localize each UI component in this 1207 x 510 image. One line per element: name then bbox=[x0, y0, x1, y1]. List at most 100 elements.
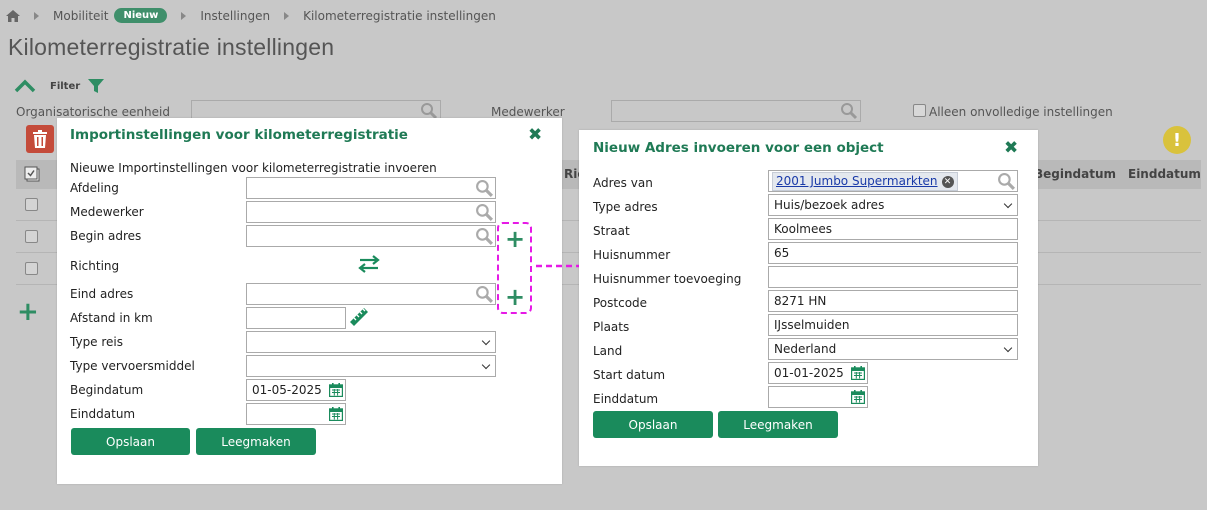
ruler-icon[interactable] bbox=[348, 306, 370, 328]
afstand-label: Afstand in km bbox=[70, 311, 153, 325]
calendar-icon[interactable] bbox=[329, 407, 343, 421]
search-icon[interactable] bbox=[475, 203, 494, 222]
begindatum-input[interactable]: 01-05-2025 bbox=[246, 379, 346, 401]
chevron-down-icon bbox=[481, 336, 491, 346]
toevoeging-label: Huisnummer toevoeging bbox=[593, 272, 742, 286]
afstand-input[interactable] bbox=[246, 307, 346, 329]
type-vervoer-select[interactable] bbox=[246, 355, 496, 377]
plaats-input[interactable]: IJsselmuiden bbox=[768, 314, 1018, 336]
chevron-right-icon bbox=[284, 11, 290, 20]
clear-button[interactable]: Leegmaken bbox=[718, 411, 838, 438]
dialog-title: Importinstellingen voor kilometerregistr… bbox=[70, 127, 408, 143]
new-address-dialog: Nieuw Adres invoeren voor een object ✖ A… bbox=[579, 130, 1038, 466]
einddatum-input[interactable] bbox=[246, 403, 346, 425]
warning-icon[interactable]: ! bbox=[1163, 126, 1191, 154]
chevron-down-icon bbox=[1003, 199, 1013, 209]
chevron-right-icon bbox=[181, 11, 187, 20]
home-icon[interactable] bbox=[6, 9, 20, 22]
type-adres-select[interactable]: Huis/bezoek adres bbox=[768, 194, 1018, 216]
breadcrumb: Mobiliteit Nieuw Instellingen Kilometerr… bbox=[6, 8, 496, 23]
begin-adres-input[interactable] bbox=[246, 225, 496, 247]
import-settings-dialog: Importinstellingen voor kilometerregistr… bbox=[57, 118, 562, 484]
eind-adres-label: Eind adres bbox=[70, 287, 134, 301]
close-icon[interactable]: ✖ bbox=[1004, 140, 1018, 157]
breadcrumb-item-instellingen[interactable]: Instellingen bbox=[200, 9, 270, 23]
search-icon[interactable] bbox=[475, 285, 494, 304]
employee-input[interactable] bbox=[611, 100, 861, 122]
incomplete-only-label: Alleen onvolledige instellingen bbox=[929, 105, 1113, 119]
start-datum-input[interactable]: 01-01-2025 bbox=[768, 362, 868, 384]
column-header-begindatum[interactable]: Begindatum bbox=[1034, 167, 1116, 181]
type-reis-label: Type reis bbox=[70, 335, 124, 349]
start-datum-label: Start datum bbox=[593, 368, 666, 382]
save-button[interactable]: Opslaan bbox=[71, 428, 190, 455]
annotation-highlight bbox=[497, 222, 532, 314]
einddatum-label: Einddatum bbox=[70, 407, 136, 421]
toevoeging-input[interactable] bbox=[768, 266, 1018, 288]
land-select[interactable]: Nederland bbox=[768, 338, 1018, 360]
postcode-value: 8271 HN bbox=[774, 294, 827, 308]
dialog-title: Nieuw Adres invoeren voor een object bbox=[593, 140, 884, 156]
straat-value: Koolmees bbox=[774, 222, 832, 236]
page-title: Kilometerregistratie instellingen bbox=[8, 34, 335, 60]
filter-icon[interactable] bbox=[88, 78, 105, 94]
plaats-label: Plaats bbox=[593, 320, 630, 334]
save-button[interactable]: Opslaan bbox=[593, 411, 713, 438]
type-vervoer-label: Type vervoersmiddel bbox=[70, 359, 195, 373]
chevron-down-icon bbox=[1003, 343, 1013, 353]
incomplete-only-checkbox[interactable] bbox=[913, 104, 926, 117]
search-icon[interactable] bbox=[475, 179, 494, 198]
search-icon[interactable] bbox=[475, 227, 494, 246]
huisnummer-label: Huisnummer bbox=[593, 248, 671, 262]
postcode-label: Postcode bbox=[593, 296, 648, 310]
search-icon[interactable] bbox=[997, 172, 1016, 191]
calendar-icon[interactable] bbox=[851, 390, 865, 404]
chevron-down-icon bbox=[481, 360, 491, 370]
add-icon[interactable]: + bbox=[17, 299, 39, 325]
employee-label: Medewerker bbox=[491, 105, 565, 119]
afdeling-input[interactable] bbox=[246, 177, 496, 199]
swap-direction-icon[interactable] bbox=[358, 255, 380, 273]
trash-icon bbox=[33, 130, 47, 148]
calendar-icon[interactable] bbox=[851, 366, 865, 380]
row-checkbox[interactable] bbox=[25, 198, 38, 211]
plaats-value: IJsselmuiden bbox=[774, 318, 850, 332]
chevron-up-icon[interactable] bbox=[14, 79, 36, 93]
adres-van-input[interactable]: 2001 Jumbo Supermarkten ✕ bbox=[768, 170, 1018, 192]
begindatum-label: Begindatum bbox=[70, 383, 144, 397]
huisnummer-input[interactable]: 65 bbox=[768, 242, 1018, 264]
row-checkbox[interactable] bbox=[25, 262, 38, 275]
selected-object-tag[interactable]: 2001 Jumbo Supermarkten ✕ bbox=[772, 172, 958, 191]
dialog-subtitle: Nieuwe Importinstellingen voor kilometer… bbox=[70, 161, 437, 175]
search-icon[interactable] bbox=[840, 102, 858, 120]
straat-input[interactable]: Koolmees bbox=[768, 218, 1018, 240]
straat-label: Straat bbox=[593, 224, 630, 238]
select-all-icon[interactable] bbox=[24, 166, 40, 182]
calendar-icon[interactable] bbox=[329, 383, 343, 397]
breadcrumb-item-mobiliteit[interactable]: Mobiliteit bbox=[53, 9, 108, 23]
delete-button[interactable] bbox=[26, 125, 54, 153]
close-icon[interactable]: ✖ bbox=[528, 127, 542, 144]
eind-adres-input[interactable] bbox=[246, 283, 496, 305]
start-datum-value: 01-01-2025 bbox=[774, 366, 844, 380]
filter-label: Filter bbox=[50, 80, 81, 92]
land-value: Nederland bbox=[774, 342, 837, 356]
adres-van-label: Adres van bbox=[593, 176, 653, 190]
type-reis-select[interactable] bbox=[246, 331, 496, 353]
type-adres-label: Type adres bbox=[593, 200, 658, 214]
row-checkbox[interactable] bbox=[25, 230, 38, 243]
huisnummer-value: 65 bbox=[774, 246, 790, 260]
begindatum-value: 01-05-2025 bbox=[252, 383, 322, 397]
breadcrumb-item-current: Kilometerregistratie instellingen bbox=[303, 8, 496, 23]
remove-tag-icon[interactable]: ✕ bbox=[941, 176, 954, 188]
einddatum-input[interactable] bbox=[768, 386, 868, 408]
medewerker-input[interactable] bbox=[246, 201, 496, 223]
clear-button[interactable]: Leegmaken bbox=[196, 428, 316, 455]
afdeling-label: Afdeling bbox=[70, 181, 119, 195]
filter-toggle[interactable]: Filter bbox=[14, 78, 105, 94]
column-header-einddatum[interactable]: Einddatum bbox=[1128, 167, 1201, 181]
begin-adres-label: Begin adres bbox=[70, 229, 142, 243]
postcode-input[interactable]: 8271 HN bbox=[768, 290, 1018, 312]
type-adres-value: Huis/bezoek adres bbox=[774, 198, 885, 212]
chevron-right-icon bbox=[34, 11, 39, 20]
